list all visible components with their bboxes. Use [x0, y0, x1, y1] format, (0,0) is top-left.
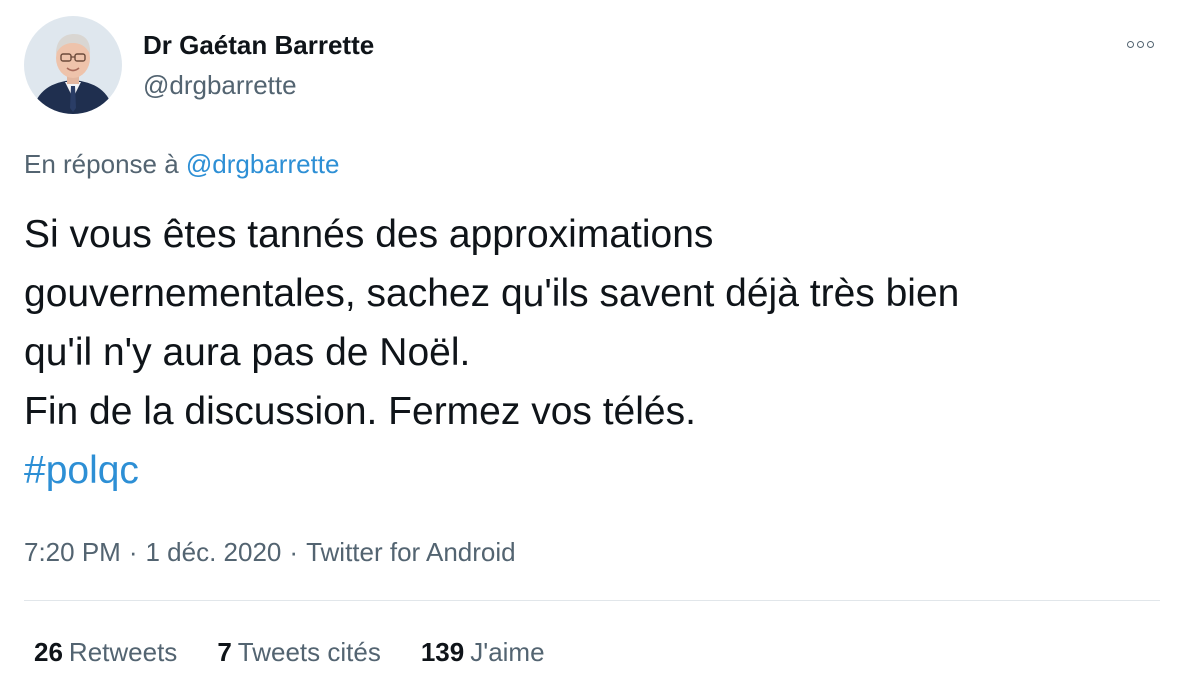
quote-tweets-stat[interactable]: 7 Tweets cités — [217, 637, 381, 668]
tweet-text-line: gouvernementales, sachez qu'ils savent d… — [24, 272, 960, 315]
more-horizontal-icon — [1136, 40, 1144, 48]
reply-prefix: En réponse à — [24, 149, 179, 179]
tweet-source[interactable]: Twitter for Android — [306, 537, 516, 567]
tweet-meta: 7:20 PM · 1 déc. 2020 · Twitter for Android — [24, 537, 516, 568]
tweet-text-line: Si vous êtes tannés des approximations — [24, 213, 714, 256]
retweets-stat[interactable]: 26 Retweets — [34, 637, 177, 668]
engagement-stats: 26 Retweets 7 Tweets cités 139 J'aime — [34, 637, 585, 668]
more-horizontal-icon — [1126, 40, 1134, 48]
divider — [24, 600, 1160, 601]
tweet-time[interactable]: 7:20 PM — [24, 537, 121, 567]
likes-count: 139 — [420, 637, 465, 667]
tweet-text-line: Fin de la discussion. Fermez vos télés. — [24, 390, 696, 433]
more-options-button[interactable] — [1120, 34, 1160, 54]
meta-separator: · — [128, 537, 138, 567]
likes-label: J'aime — [470, 637, 545, 667]
meta-separator: · — [289, 537, 299, 567]
retweets-count: 26 — [34, 637, 63, 667]
retweets-label: Retweets — [68, 637, 178, 667]
display-name[interactable]: Dr Gaétan Barrette — [143, 30, 374, 61]
reply-context: En réponse à @drgbarrette — [24, 149, 339, 180]
likes-stat[interactable]: 139 J'aime — [421, 637, 545, 668]
profile-photo — [24, 16, 122, 114]
quote-tweets-label: Tweets cités — [237, 637, 381, 667]
more-horizontal-icon — [1146, 40, 1154, 48]
tweet-card: Dr Gaétan Barrette @drgbarrette En répon… — [0, 0, 1194, 696]
reply-mention-link[interactable]: @drgbarrette — [186, 149, 340, 179]
hashtag-link[interactable]: #polqc — [24, 441, 1174, 500]
tweet-text-line: qu'il n'y aura pas de Noël. — [24, 331, 471, 374]
avatar[interactable] — [24, 16, 122, 114]
tweet-date[interactable]: 1 déc. 2020 — [146, 537, 282, 567]
quote-tweets-count: 7 — [217, 637, 232, 667]
tweet-text: Si vous êtes tannés des approximations g… — [24, 205, 1174, 500]
user-handle[interactable]: @drgbarrette — [143, 70, 297, 101]
